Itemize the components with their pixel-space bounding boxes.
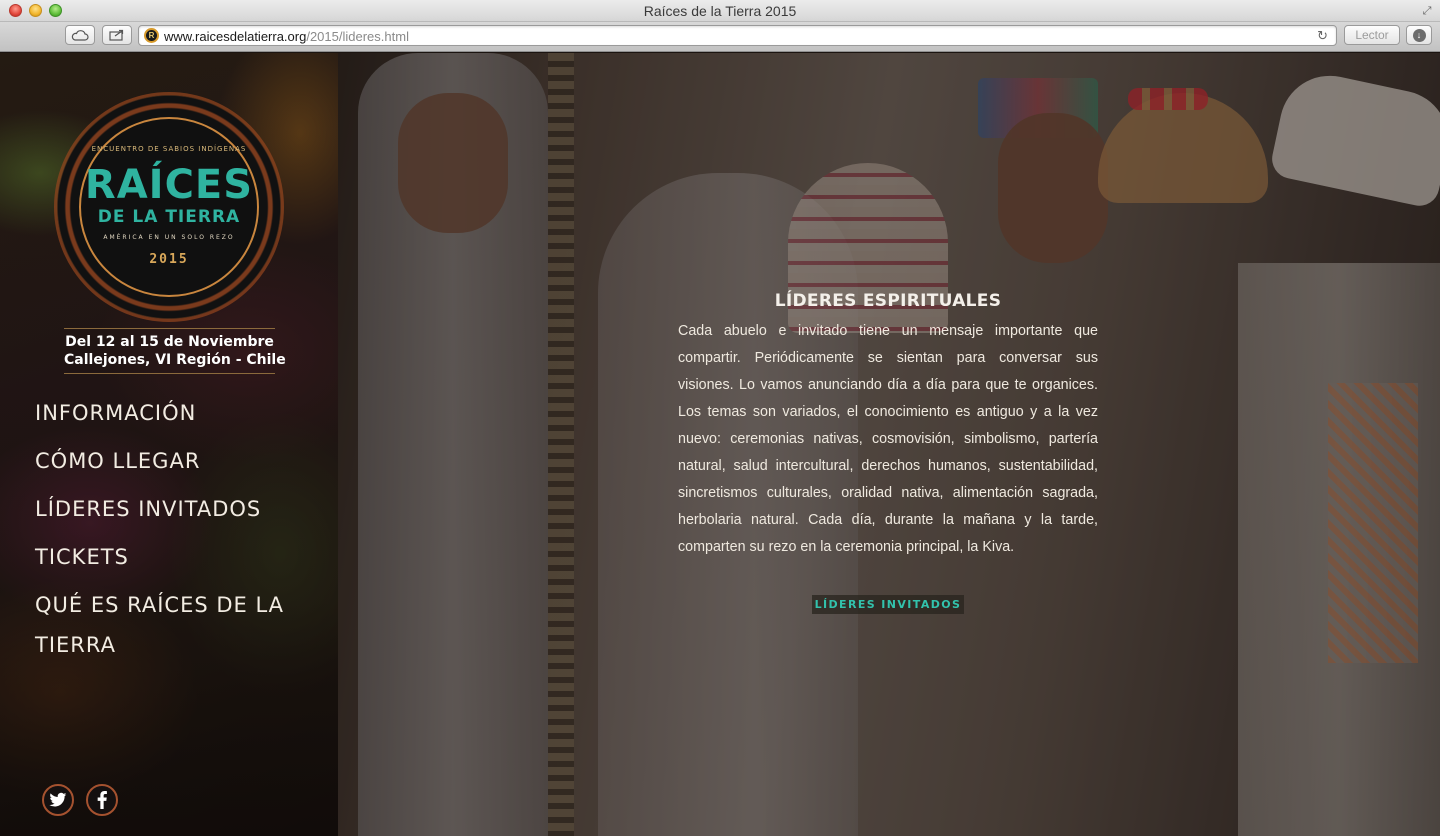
logo-year: 2015 (149, 252, 189, 267)
social-links (42, 784, 118, 816)
share-icon (109, 29, 124, 41)
event-logo[interactable]: ENCUENTRO DE SABIOS INDÍGENAS RAÍCES DE … (57, 95, 281, 319)
nav-item-tickets[interactable]: TICKETS (35, 537, 325, 577)
event-location: Callejones, VI Región - Chile (64, 352, 286, 368)
nav-item-informacion[interactable]: INFORMACIÓN (35, 393, 325, 433)
main-nav: INFORMACIÓN CÓMO LLEGAR LÍDERES INVITADO… (35, 393, 325, 673)
downloads-button[interactable]: ↓ (1406, 25, 1432, 45)
window-title: Raíces de la Tierra 2015 (643, 3, 797, 19)
site-favicon-icon: R (144, 28, 159, 43)
reader-button[interactable]: Lector (1344, 25, 1400, 45)
section-body: Cada abuelo e invitado tiene un mensaje … (678, 323, 1098, 555)
web-page: ENCUENTRO DE SABIOS INDÍGENAS RAÍCES DE … (0, 53, 1440, 836)
share-button[interactable] (102, 25, 132, 45)
logo-title-line2: DE LA TIERRA (97, 207, 241, 227)
sidebar: ENCUENTRO DE SABIOS INDÍGENAS RAÍCES DE … (0, 53, 338, 836)
icloud-tabs-button[interactable] (65, 25, 95, 45)
twitter-icon (49, 792, 67, 807)
reload-icon[interactable]: ↻ (1317, 28, 1328, 44)
facebook-button[interactable] (86, 784, 118, 816)
logo-title: RAÍCES (84, 162, 254, 208)
browser-toolbar: ◀ ▶ R www.raicesdelatierra.org/2015/lide… (0, 22, 1440, 382)
url-host: www.raicesdelatierra.org (164, 29, 307, 44)
lideres-invitados-button[interactable]: LÍDERES INVITADOS (812, 595, 964, 614)
nav-item-como-llegar[interactable]: CÓMO LLEGAR (35, 441, 325, 481)
event-dates: Del 12 al 15 de Noviembre (65, 334, 274, 350)
window-titlebar: Raíces de la Tierra 2015 ⤢ (0, 0, 1440, 22)
url-text[interactable]: www.raicesdelatierra.org/2015/lideres.ht… (164, 29, 409, 44)
logo-inner-disc: ENCUENTRO DE SABIOS INDÍGENAS RAÍCES DE … (79, 117, 259, 297)
facebook-icon (97, 791, 107, 809)
fullscreen-icon[interactable]: ⤢ (1420, 4, 1434, 18)
event-dates-box: Del 12 al 15 de Noviembre Callejones, VI… (64, 328, 286, 374)
main-content: LÍDERES ESPIRITUALES Cada abuelo e invit… (678, 291, 1098, 561)
nav-item-lideres-invitados[interactable]: LÍDERES INVITADOS (35, 489, 325, 529)
download-icon: ↓ (1412, 28, 1426, 42)
url-path: /2015/lideres.html (306, 29, 409, 44)
nav-item-que-es-raices[interactable]: QUÉ ES RAÍCES DE LA TIERRA (35, 585, 325, 665)
section-heading: LÍDERES ESPIRITUALES (774, 291, 1002, 311)
twitter-button[interactable] (42, 784, 74, 816)
cloud-icon (71, 29, 89, 41)
address-bar[interactable]: R www.raicesdelatierra.org/2015/lideres.… (138, 25, 1337, 46)
logo-tagline: ENCUENTRO DE SABIOS INDÍGENAS (91, 145, 247, 153)
logo-subtitle: AMÉRICA EN UN SOLO REZO (103, 234, 235, 241)
